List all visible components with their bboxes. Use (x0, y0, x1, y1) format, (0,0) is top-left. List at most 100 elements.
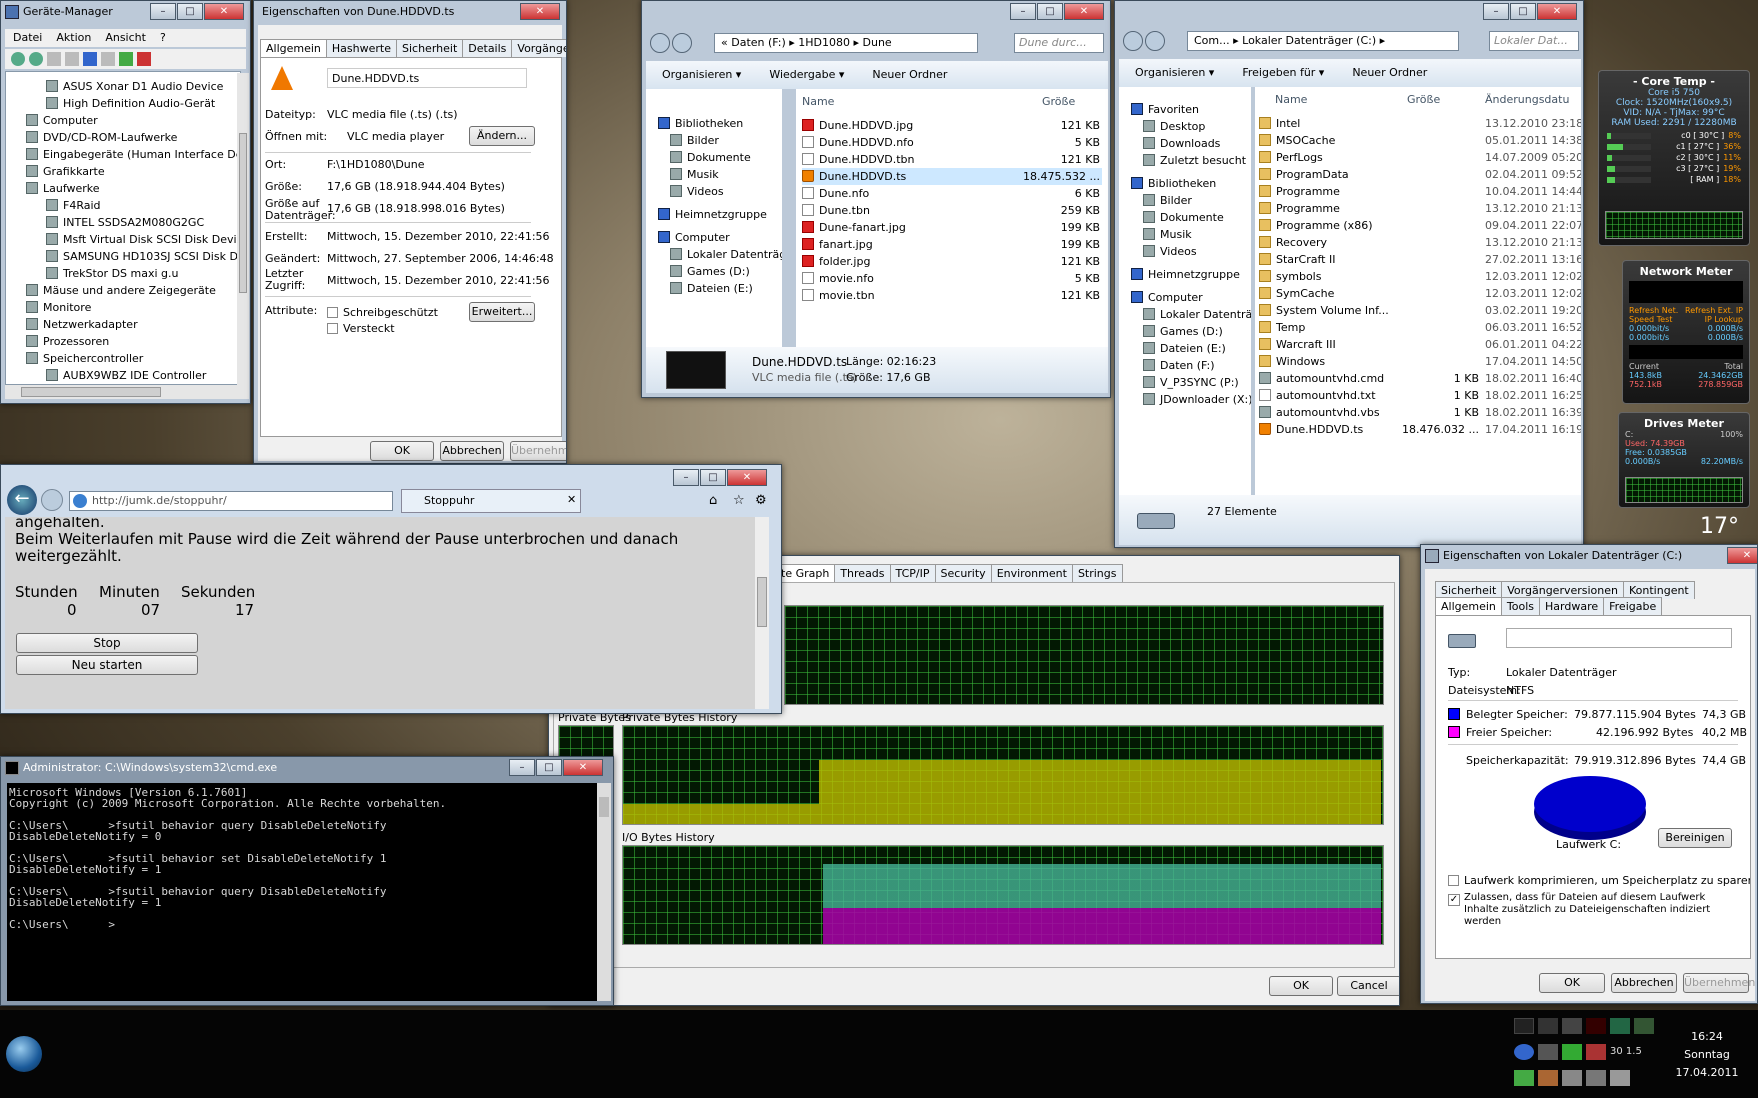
change-button[interactable]: Ändern... (469, 126, 535, 146)
nav-item[interactable]: Zuletzt besucht (1119, 152, 1251, 169)
horizontal-scrollbar[interactable] (5, 385, 249, 399)
file-row[interactable]: MSOCache 05.01.2011 14:38 (1259, 132, 1581, 149)
apply-button[interactable]: Übernehmen (510, 441, 566, 461)
tree-node[interactable]: Laufwerke (6, 180, 240, 197)
nav-item[interactable]: Videos (646, 183, 782, 200)
ok-button[interactable]: OK (1539, 973, 1605, 993)
toolbar-button-0[interactable]: Organisieren ▾ (1135, 59, 1214, 87)
tree-node[interactable]: DVD/CD-ROM-Laufwerke (6, 129, 240, 146)
tray-icon[interactable] (1514, 1070, 1534, 1086)
advanced-button[interactable]: Erweitert... (469, 302, 535, 322)
console-output[interactable]: Microsoft Windows [Version 6.1.7601] Copy… (7, 783, 597, 1001)
tree-node[interactable]: TrekStor DS maxi g.u (6, 265, 240, 282)
toolbar-button-2[interactable]: Neuer Ordner (1352, 59, 1427, 87)
tree-node[interactable]: Speichercontroller (6, 350, 240, 367)
refresh-ip-link[interactable]: Refresh Ext. IP (1685, 306, 1743, 315)
tree-node[interactable]: Prozessoren (6, 333, 240, 350)
tab-0[interactable]: Allgemein (1435, 597, 1502, 615)
vertical-scrollbar[interactable] (755, 517, 769, 709)
minimize-button[interactable]: – (509, 759, 535, 776)
view-icon[interactable] (47, 52, 61, 66)
nav-item[interactable]: Dokumente (1119, 209, 1251, 226)
close-button[interactable]: ✕ (1537, 3, 1577, 20)
tray-icon[interactable] (1562, 1044, 1582, 1060)
title-bar[interactable]: Eigenschaften von Lokaler Datenträger (C… (1421, 545, 1757, 567)
close-button[interactable]: ✕ (1727, 547, 1757, 564)
tab-5[interactable]: Strings (1071, 564, 1123, 582)
help-icon[interactable] (83, 52, 97, 66)
readonly-checkbox[interactable]: Schreibgeschützt (327, 306, 438, 319)
nav-item[interactable]: Dateien (E:) (1119, 340, 1251, 357)
file-row[interactable]: Programme 10.04.2011 14:44 (1259, 183, 1581, 200)
tab-3[interactable]: Details (462, 39, 513, 57)
nav-item[interactable]: Bibliotheken (646, 115, 782, 132)
power-icon[interactable] (1562, 1018, 1582, 1034)
column-date[interactable]: Änderungsdatu (1485, 93, 1569, 106)
update-driver-icon[interactable] (119, 52, 133, 66)
search-box[interactable]: Dune durc... (1014, 33, 1104, 53)
cancel-button[interactable]: Cancel (1337, 976, 1399, 996)
file-row[interactable]: symbols 12.03.2011 12:02 (1259, 268, 1581, 285)
tab-3[interactable]: Freigabe (1603, 597, 1663, 615)
title-bar[interactable]: Eigenschaften von Dune.HDDVD.ts ✕ (254, 1, 566, 23)
menu-1[interactable]: Aktion (56, 29, 91, 47)
tray-icon[interactable] (1514, 1044, 1534, 1060)
tree-node[interactable]: High Definition Audio-Gerät (6, 95, 240, 112)
nav-item[interactable]: Daten (F:) (1119, 357, 1251, 374)
nav-item[interactable]: Dokumente (646, 149, 782, 166)
tray-icon[interactable] (1538, 1018, 1558, 1034)
tree-node[interactable]: Netzwerkadapter (6, 316, 240, 333)
tree-node[interactable]: ASUS Xonar D1 Audio Device (6, 78, 240, 95)
ok-button[interactable]: OK (370, 441, 434, 461)
uninstall-icon[interactable] (137, 52, 151, 66)
toolbar-button-2[interactable]: Neuer Ordner (872, 61, 947, 89)
back-button[interactable]: ← (7, 485, 37, 515)
nav-item[interactable]: Lokaler Datenträger (646, 246, 782, 263)
file-row[interactable]: Dune.HDDVD.ts 18.475.532 ... (802, 168, 1102, 185)
tab-2[interactable]: TCP/IP (889, 564, 936, 582)
ok-button[interactable]: OK (1269, 976, 1333, 996)
cancel-button[interactable]: Abbrechen (1611, 973, 1677, 993)
clock[interactable]: 16:24 Sonntag 17.04.2011 (1660, 1028, 1754, 1082)
minimize-button[interactable]: – (1010, 3, 1036, 20)
close-button[interactable]: ✕ (520, 3, 560, 20)
back-button[interactable] (1123, 31, 1143, 51)
file-row[interactable]: Windows 17.04.2011 14:50 (1259, 353, 1581, 370)
file-row[interactable]: Warcraft III 06.01.2011 04:22 (1259, 336, 1581, 353)
tab-3[interactable]: Security (934, 564, 992, 582)
menu-2[interactable]: Ansicht (105, 29, 146, 47)
title-bar[interactable]: – □ ✕ (1115, 1, 1583, 25)
nav-item[interactable]: Bilder (1119, 192, 1251, 209)
toolbar-button-1[interactable]: Freigeben für ▾ (1242, 59, 1324, 87)
file-row[interactable]: PerfLogs 14.07.2009 05:20 (1259, 149, 1581, 166)
cancel-button[interactable]: Abbrechen (440, 441, 504, 461)
volume-label-input[interactable] (1506, 628, 1732, 648)
back-icon[interactable] (11, 52, 25, 66)
tab-4[interactable]: Environment (990, 564, 1073, 582)
hidden-checkbox[interactable]: Versteckt (327, 322, 395, 335)
file-row[interactable]: movie.tbn 121 KB (802, 287, 1102, 304)
maximize-button[interactable]: □ (1510, 3, 1536, 20)
nav-item[interactable]: JDownloader (X:) (1119, 391, 1251, 408)
tray-icon[interactable] (1538, 1044, 1558, 1060)
tray-icon[interactable] (1586, 1018, 1606, 1034)
file-row[interactable]: Temp 06.03.2011 16:52 (1259, 319, 1581, 336)
address-bar[interactable]: Com... ▸ Lokaler Datenträger (C:) ▸ (1187, 31, 1459, 51)
nav-item[interactable]: V_P3SYNC (P:) (1119, 374, 1251, 391)
tree-node[interactable]: Grafikkarte (6, 163, 240, 180)
start-button[interactable] (6, 1036, 42, 1072)
tree-node[interactable]: Mäuse und andere Zeigegeräte (6, 282, 240, 299)
file-row[interactable]: folder.jpg 121 KB (802, 253, 1102, 270)
forward-button[interactable] (672, 33, 692, 53)
column-name[interactable]: Name (1275, 93, 1307, 106)
file-row[interactable]: Dune.tbn 259 KB (802, 202, 1102, 219)
column-name[interactable]: Name (802, 95, 834, 108)
nav-item[interactable]: Games (D:) (1119, 323, 1251, 340)
minimize-button[interactable]: – (673, 469, 699, 486)
refresh-net-link[interactable]: Refresh Net. (1629, 306, 1678, 315)
forward-button[interactable] (41, 489, 63, 511)
file-row[interactable]: ProgramData 02.04.2011 09:52 (1259, 166, 1581, 183)
nav-item[interactable]: Videos (1119, 243, 1251, 260)
tree-node[interactable]: Msft Virtual Disk SCSI Disk Device (6, 231, 240, 248)
cleanup-button[interactable]: Bereinigen (1658, 828, 1732, 848)
